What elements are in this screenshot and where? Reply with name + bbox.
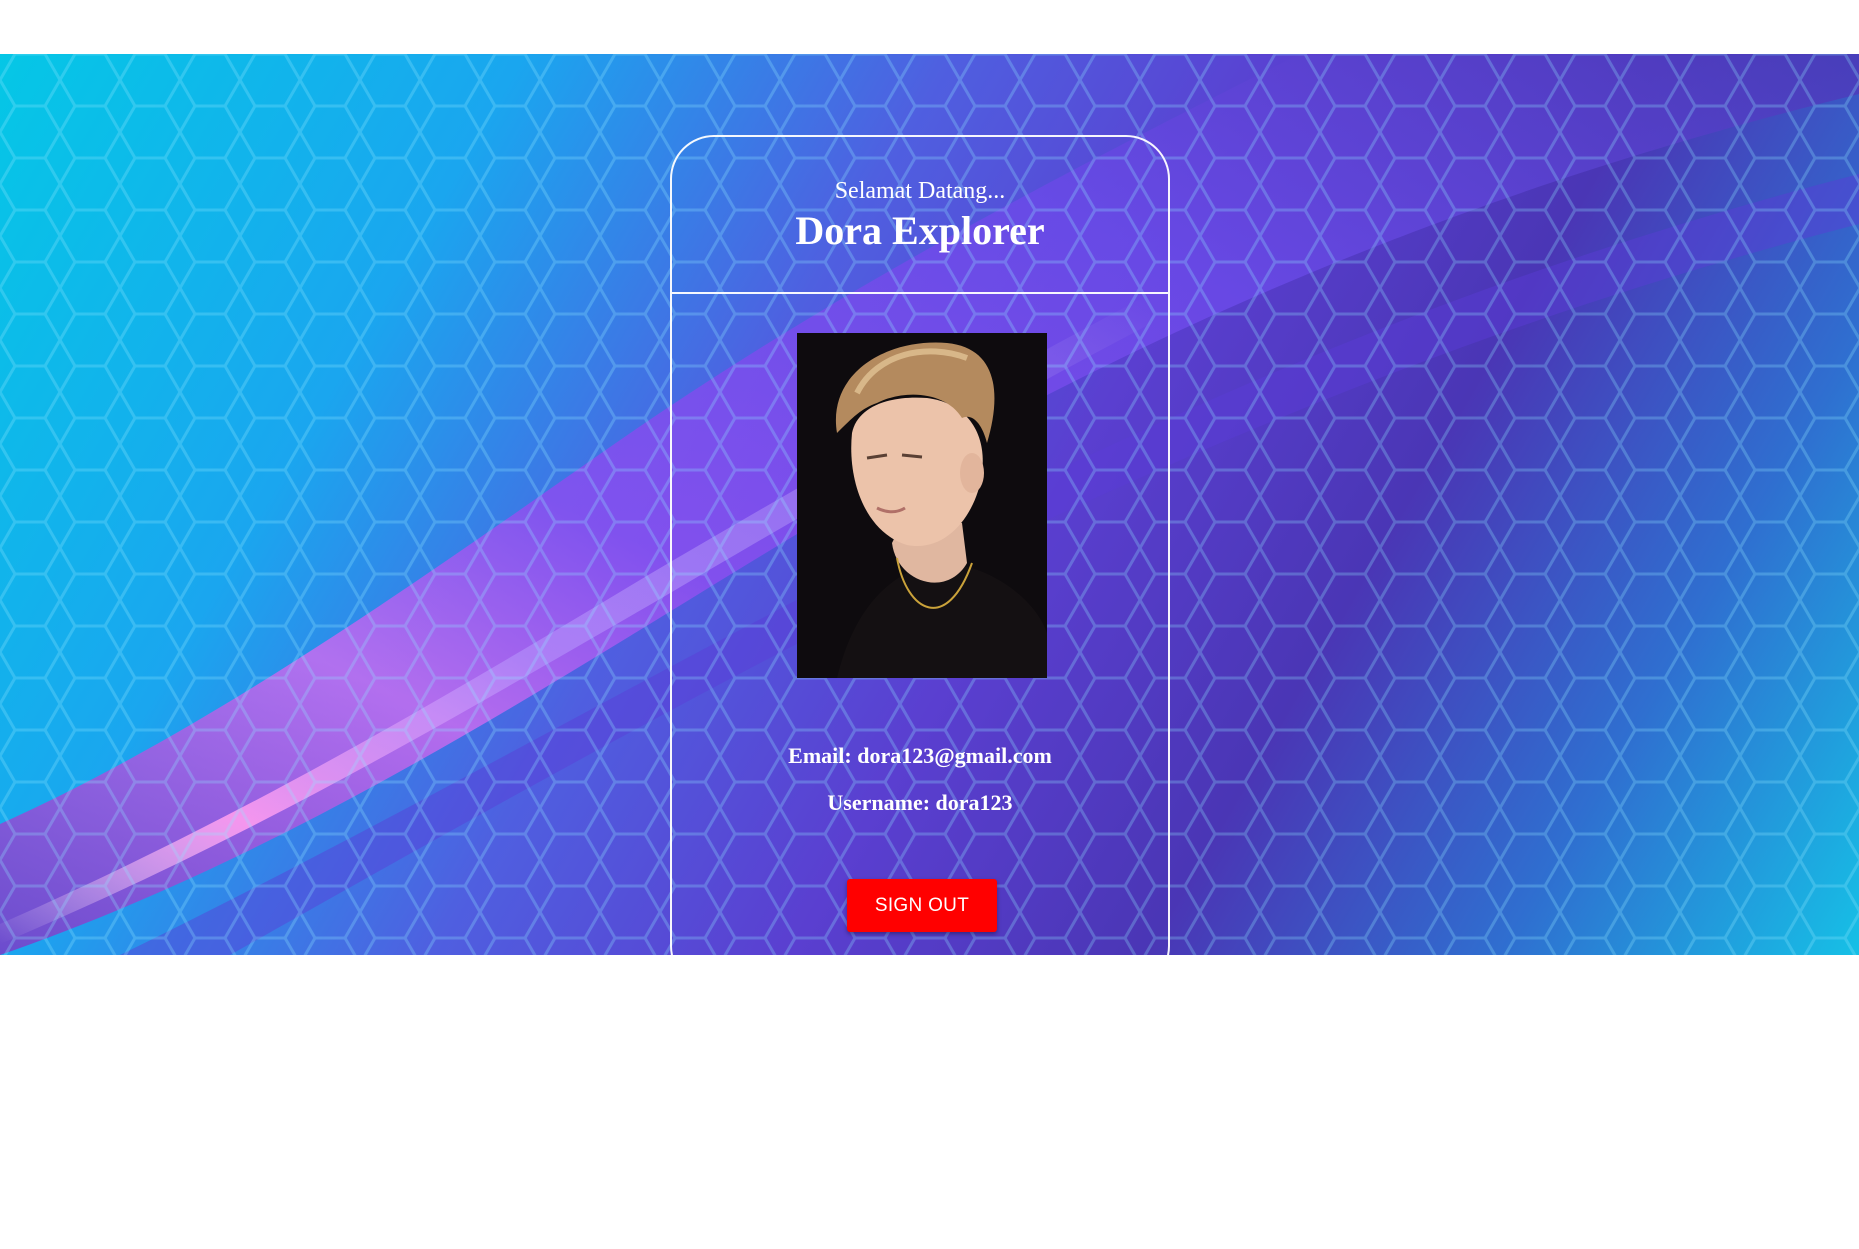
username-text: Username: dora123 — [827, 790, 1013, 815]
display-name: Dora Explorer — [795, 208, 1045, 253]
card-header: Selamat Datang... Dora Explorer — [672, 137, 1168, 294]
greeting-text: Selamat Datang... — [834, 178, 1006, 204]
profile-card: Selamat Datang... Dora Explorer Email: d… — [670, 135, 1170, 955]
sign-out-button[interactable]: SIGN OUT — [847, 879, 997, 932]
profile-photo — [797, 333, 1047, 678]
email-text: Email: dora123@gmail.com — [788, 743, 1052, 768]
profile-photo-image — [797, 333, 1047, 678]
hero-background: Selamat Datang... Dora Explorer Email: d… — [0, 54, 1859, 955]
